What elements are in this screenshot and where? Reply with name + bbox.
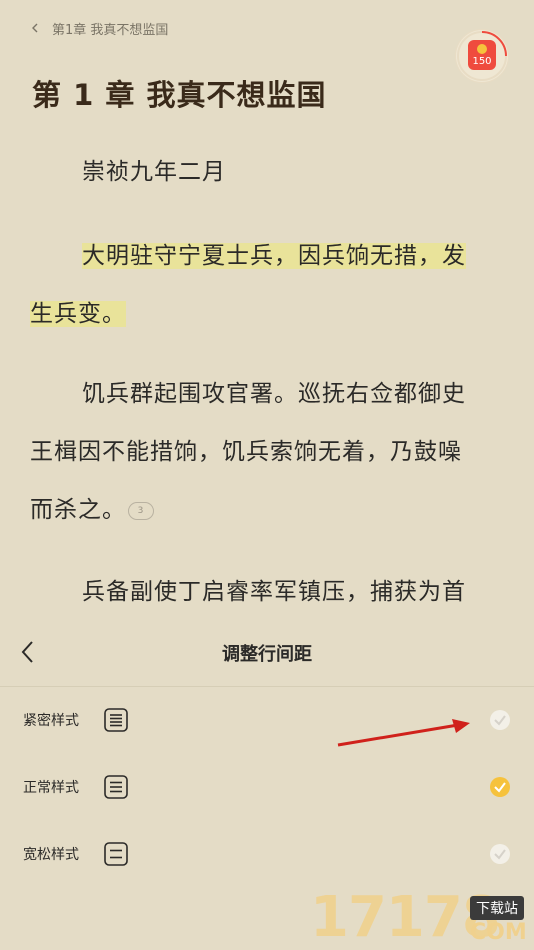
paragraph-text: 兵备副使丁启睿率军镇压，捕获为首	[82, 579, 466, 605]
radio-checked[interactable]	[490, 777, 510, 797]
option-label: 宽松样式	[23, 847, 79, 863]
annotation-arrow-icon	[337, 719, 470, 747]
panel-title: 调整行间距	[222, 644, 312, 665]
panel-header: 调整行间距	[0, 620, 534, 687]
watermark-domain: COM	[470, 920, 527, 945]
paragraph-text: 王楫因不能措饷，饥兵索饷无着，乃鼓噪	[30, 439, 462, 465]
option-normal[interactable]: 正常样式	[0, 765, 534, 811]
radio-unchecked[interactable]	[490, 844, 510, 864]
normal-lines-icon	[104, 775, 128, 799]
reward-button[interactable]: 150	[456, 30, 508, 82]
option-loose[interactable]: 宽松样式	[0, 832, 534, 878]
watermark-logo: 17178 下载站 COM	[310, 888, 530, 948]
loose-lines-icon	[104, 842, 128, 866]
breadcrumb[interactable]: 第1章 我真不想监国	[30, 18, 168, 38]
paragraph-highlighted-cont[interactable]: 生兵变。	[30, 284, 126, 344]
check-icon	[494, 849, 506, 860]
paragraph-cont: 而杀之。 3	[30, 480, 154, 540]
reward-count: 150	[472, 56, 492, 67]
highlight-text[interactable]: 大明驻守宁夏士兵，因兵饷无措，发	[82, 243, 466, 269]
breadcrumb-label: 第1章 我真不想监国	[52, 22, 169, 38]
paragraph: 崇祯九年二月	[82, 142, 226, 202]
red-envelope-icon: 150	[468, 40, 496, 70]
paragraph-text: 而杀之。	[30, 497, 126, 523]
paragraph-cont: 王楫因不能措饷，饥兵索饷无着，乃鼓噪	[30, 422, 462, 482]
comment-count-badge[interactable]: 3	[128, 501, 154, 520]
paragraph-text: 饥兵群起围攻官署。巡抚右佥都御史	[82, 381, 466, 407]
chevron-left-icon[interactable]	[30, 23, 40, 33]
chapter-title: 第 1 章 我真不想监国	[32, 78, 327, 112]
check-icon	[494, 715, 506, 726]
watermark-tag: 下载站	[470, 896, 524, 920]
option-label: 正常样式	[23, 780, 79, 796]
paragraph-highlighted[interactable]: 大明驻守宁夏士兵，因兵饷无措，发	[82, 226, 466, 286]
paragraph: 兵备副使丁启睿率军镇压，捕获为首	[82, 562, 466, 622]
highlight-text[interactable]: 生兵变。	[30, 301, 126, 327]
dense-lines-icon	[104, 708, 128, 732]
paragraph: 饥兵群起围攻官署。巡抚右佥都御史	[82, 364, 466, 424]
coin-icon	[477, 44, 487, 54]
paragraph-text: 崇祯九年二月	[82, 159, 226, 185]
option-label: 紧密样式	[23, 713, 79, 729]
check-icon	[494, 782, 506, 793]
radio-unchecked[interactable]	[490, 710, 510, 730]
